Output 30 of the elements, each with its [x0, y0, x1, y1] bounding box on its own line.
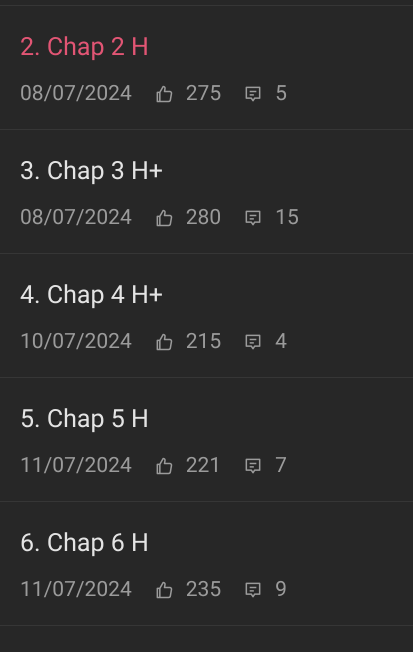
thumbs-up-icon [154, 580, 174, 600]
thumbs-up-icon [154, 84, 174, 104]
comment-count: 9 [275, 577, 287, 603]
like-count: 215 [186, 329, 222, 355]
chapter-title[interactable]: 6. Chap 6 H [20, 529, 149, 559]
like-count: 221 [186, 453, 222, 479]
chapter-title[interactable]: 2. Chap 2 H [20, 33, 149, 63]
like-count: 280 [186, 205, 222, 231]
thumbs-up-icon [154, 208, 174, 228]
chapter-date: 11/07/2024 [20, 577, 132, 603]
chapter-date: 10/07/2024 [20, 329, 132, 355]
comment-icon [243, 84, 264, 104]
comment-count: 4 [275, 329, 287, 355]
like-count: 235 [186, 577, 222, 603]
chapter-title[interactable]: 4. Chap 4 H+ [20, 281, 163, 311]
chapter-date: 11/07/2024 [20, 453, 132, 479]
chapter-date: 08/07/2024 [20, 81, 132, 107]
thumbs-up-icon [154, 456, 174, 476]
comment-icon [243, 580, 264, 600]
comment-icon [243, 332, 264, 352]
chapter-title[interactable]: 3. Chap 3 H+ [20, 157, 163, 187]
comment-icon [243, 456, 264, 476]
chapter-title[interactable]: 5. Chap 5 H [20, 405, 149, 435]
like-count: 275 [186, 81, 222, 107]
comment-count: 15 [275, 205, 299, 231]
comment-count: 7 [275, 453, 287, 479]
comment-count: 5 [275, 81, 287, 107]
comment-icon [243, 208, 264, 228]
chapter-date: 08/07/2024 [20, 205, 132, 231]
thumbs-up-icon [154, 332, 174, 352]
